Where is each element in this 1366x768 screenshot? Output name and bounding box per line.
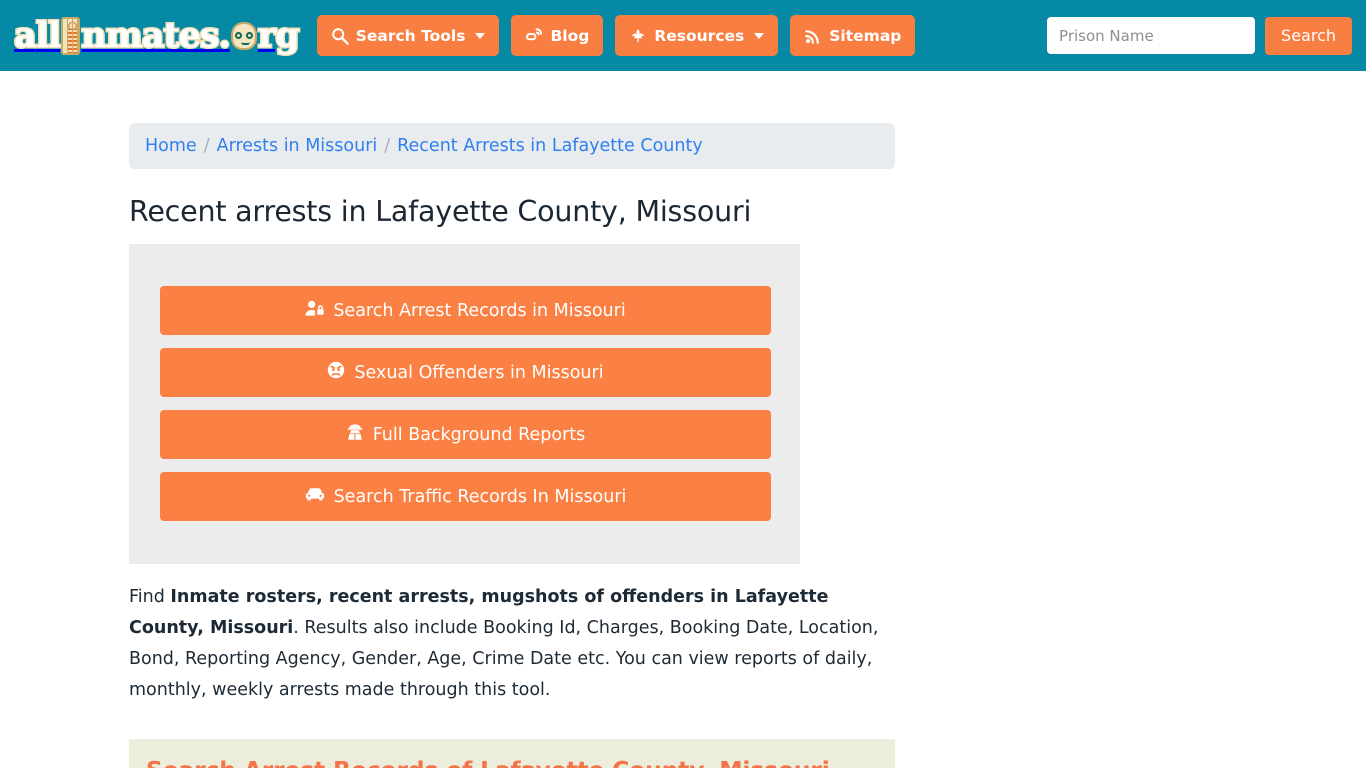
nav-sitemap-button[interactable]: Sitemap (790, 15, 916, 56)
action-buttons-panel: Search Arrest Records in Missouri Sexual… (129, 244, 800, 564)
logo-text-ll: ll (34, 15, 63, 56)
description-lead: Find (129, 587, 171, 607)
nav-sitemap-label: Sitemap (829, 26, 902, 45)
sexual-offenders-label: Sexual Offenders in Missouri (354, 362, 604, 383)
search-input[interactable] (1047, 17, 1256, 54)
search-arrest-records-button[interactable]: Search Arrest Records in Missouri (160, 286, 771, 335)
angry-face-icon (327, 361, 345, 384)
user-lock-icon (305, 300, 324, 322)
search-traffic-records-button[interactable]: Search Traffic Records In Missouri (160, 472, 771, 521)
car-icon (305, 486, 325, 507)
nav-resources-button[interactable]: Resources (615, 15, 779, 56)
logo-text-rg: rg (256, 15, 301, 56)
nav-resources-label: Resources (654, 26, 745, 45)
nav-search-tools-button[interactable]: Search Tools (316, 15, 500, 56)
header-search: Search (1047, 16, 1358, 55)
nav-blog-label: Blog (550, 26, 590, 45)
full-background-reports-button[interactable]: Full Background Reports (160, 410, 771, 459)
full-background-reports-label: Full Background Reports (372, 424, 586, 445)
breadcrumb-item-home[interactable]: Home (145, 136, 197, 156)
breadcrumb-separator: / (203, 136, 210, 156)
search-traffic-records-label: Search Traffic Records In Missouri (333, 486, 627, 507)
chevron-down-icon (475, 32, 486, 39)
section-heading: Search Arrest Records of Lafayette Count… (146, 756, 878, 768)
site-logo[interactable]: a ll nmates. rg (13, 13, 301, 59)
breadcrumb-separator: / (384, 136, 391, 156)
chevron-down-icon (754, 32, 765, 39)
breadcrumb-item-recent-arrests[interactable]: Recent Arrests in Lafayette County (397, 136, 703, 156)
blogger-icon (525, 27, 543, 45)
sexual-offenders-button[interactable]: Sexual Offenders in Missouri (160, 348, 771, 397)
logo-text-a: a (13, 15, 39, 56)
breadcrumb-item-arrests-in-missouri[interactable]: Arrests in Missouri (217, 136, 378, 156)
rss-icon (804, 27, 822, 45)
search-records-section: Search Arrest Records of Lafayette Count… (129, 739, 895, 768)
skull-face-icon (230, 21, 257, 50)
prisoner-in-cell-icon (61, 16, 81, 55)
search-icon (331, 27, 349, 45)
main-content: Home / Arrests in Missouri / Recent Arre… (0, 123, 1366, 768)
nav-search-tools-label: Search Tools (355, 26, 466, 45)
main-navigation: Search Tools Blog Resources Sitemap (316, 15, 916, 56)
nav-blog-button[interactable]: Blog (511, 15, 604, 56)
breadcrumb: Home / Arrests in Missouri / Recent Arre… (129, 123, 895, 169)
logo-wordmark: a ll nmates. rg (13, 15, 301, 56)
search-arrest-records-label: Search Arrest Records in Missouri (333, 300, 626, 321)
leaf-icon (629, 27, 647, 45)
page-description: Find Inmate rosters, recent arrests, mug… (129, 582, 895, 706)
page-title: Recent arrests in Lafayette County, Miss… (129, 195, 752, 228)
user-secret-icon (346, 423, 364, 446)
site-header: a ll nmates. rg Search Tools Blog Resour… (0, 0, 1366, 71)
logo-text-dot: . (217, 15, 232, 56)
search-submit-button[interactable]: Search (1265, 16, 1352, 55)
logo-text-nmates: nmates (80, 15, 221, 56)
